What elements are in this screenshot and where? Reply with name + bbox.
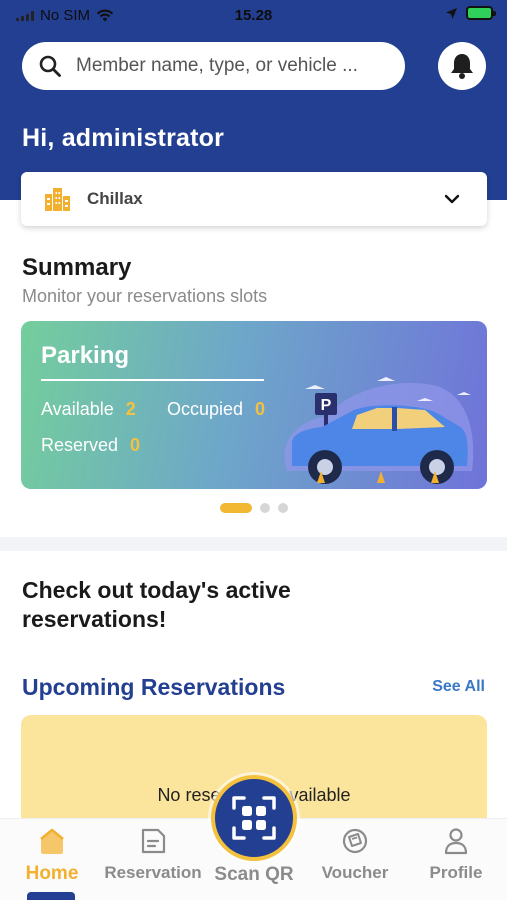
search-bar[interactable] [22, 42, 405, 90]
nav-label-scan-qr: Scan QR [214, 864, 294, 885]
carousel-dot-1[interactable] [219, 503, 252, 513]
location-name: Chillax [87, 189, 143, 208]
status-bar: No SIM 15.28 [0, 0, 507, 32]
reserved-stat: Reserved 0 [41, 435, 140, 456]
scan-qr-icon [232, 796, 276, 840]
summary-subtitle: Monitor your reservations slots [22, 286, 268, 306]
occupied-value: 0 [255, 399, 266, 419]
building-icon [45, 188, 70, 211]
available-value: 2 [125, 399, 136, 419]
active-tab-indicator [27, 892, 75, 900]
carousel-dot-3[interactable] [277, 503, 288, 513]
search-input[interactable] [76, 55, 376, 77]
occupied-label: Occupied [167, 399, 244, 419]
parking-summary-card[interactable]: Parking Available 2 Occupied 0 Reserved 0 P [21, 321, 487, 489]
bell-icon [451, 54, 473, 79]
nav-label-voucher: Voucher [321, 863, 389, 882]
nav-label-profile: Profile [429, 863, 483, 882]
upcoming-reservations-title: Upcoming Reservations [22, 674, 286, 700]
see-all-link[interactable]: See All [432, 678, 485, 696]
active-reservations-heading: Check out today's active reservations! [22, 577, 291, 632]
card-title: Parking [41, 342, 130, 369]
nav-label-home: Home [25, 863, 79, 884]
search-icon [39, 55, 61, 77]
nav-reservation[interactable]: Reservation [103, 827, 203, 883]
parking-sign: P [321, 397, 332, 414]
nav-label-reservation: Reservation [104, 863, 202, 882]
occupied-stat: Occupied 0 [167, 399, 265, 420]
section-divider [0, 537, 507, 551]
carousel-dot-2[interactable] [259, 503, 270, 513]
reservation-icon [141, 828, 166, 854]
scan-qr-button[interactable] [211, 775, 297, 861]
profile-icon [444, 828, 468, 855]
location-arrow-icon [446, 7, 457, 19]
chevron-down-icon [444, 194, 460, 204]
available-stat: Available 2 [41, 399, 136, 420]
summary-title: Summary [22, 254, 132, 281]
home-icon [40, 828, 64, 854]
location-dropdown[interactable]: Chillax [21, 172, 487, 226]
nav-profile[interactable]: Profile [406, 827, 506, 883]
card-divider [41, 379, 264, 381]
carousel-indicator[interactable] [0, 503, 507, 513]
battery-icon [466, 6, 496, 20]
parking-car-illustration: P [284, 377, 474, 484]
available-label: Available [41, 399, 114, 419]
nav-voucher[interactable]: Voucher [305, 827, 405, 883]
status-right [445, 6, 496, 20]
status-time: 15.28 [234, 7, 273, 24]
voucher-icon [342, 828, 368, 854]
notification-button[interactable] [438, 42, 486, 90]
nav-home[interactable]: Home [2, 827, 102, 885]
reserved-label: Reserved [41, 435, 119, 455]
greeting-title: Hi, administrator [22, 124, 225, 152]
reserved-value: 0 [130, 435, 141, 455]
